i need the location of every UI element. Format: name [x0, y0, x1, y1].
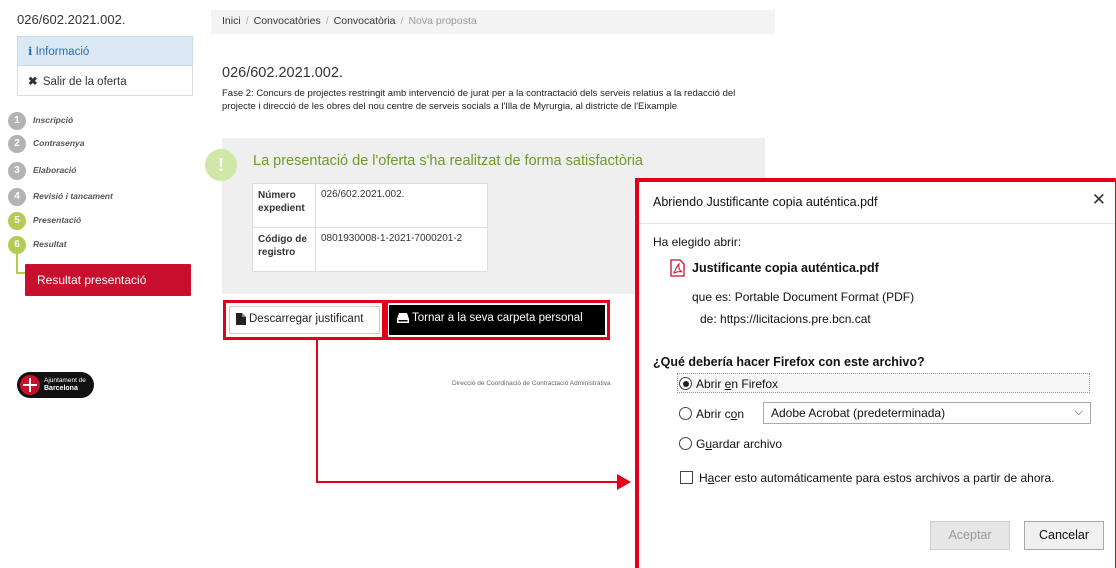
table-value: 0801930008-1-2021-7000201-2 — [315, 227, 488, 272]
file-type-label: que es: — [692, 290, 732, 304]
file-source-value: https://licitacions.pre.bcn.cat — [720, 312, 871, 326]
table-value: 026/602.2021.002. — [315, 183, 488, 228]
label-part: n Firefox — [731, 377, 779, 391]
label-part: H — [699, 471, 708, 485]
dialog-question: ¿Qué debería hacer Firefox con este arch… — [653, 355, 925, 369]
sidebar-code: 026/602.2021.002. — [17, 12, 126, 27]
step-label: Elaboració — [33, 165, 77, 175]
table-row: Código de registro 0801930008-1-2021-700… — [252, 227, 488, 272]
back-to-folder-label: Tornar a la seva carpeta personal — [412, 312, 583, 324]
result-presentacio-button[interactable]: Resultat presentació — [25, 264, 191, 296]
auto-checkbox[interactable] — [680, 471, 693, 484]
open-with-select[interactable]: Adobe Acrobat (predeterminada) ⌵ — [763, 402, 1091, 424]
close-icon: ✖ — [28, 76, 38, 88]
chevron-down-icon: ⌵ — [1074, 406, 1083, 418]
file-icon — [236, 313, 246, 325]
step-resultat: 6 Resultat — [8, 236, 178, 254]
exclamation-icon: ! — [205, 149, 237, 181]
cancel-button[interactable]: Cancelar — [1024, 521, 1104, 550]
dialog-title: Abriendo Justificante copia auténtica.pd… — [653, 195, 878, 209]
step-number: 4 — [8, 188, 26, 206]
file-type-value: Portable Document Format (PDF) — [734, 290, 915, 304]
barcelona-shield-icon — [20, 375, 40, 395]
dialog-header: Abriendo Justificante copia auténtica.pd… — [638, 180, 1116, 224]
sidebar-exit-label: Salir de la oferta — [42, 76, 127, 88]
label-part: Abrir c — [696, 407, 731, 421]
sidebar-info-label: Informació — [35, 46, 90, 58]
footer-note: Direcció de Coordinació de Contractació … — [452, 380, 611, 387]
label-part: n — [737, 407, 745, 421]
radio-open-firefox[interactable] — [679, 377, 692, 390]
step-number: 5 — [8, 212, 26, 230]
chosen-label: Ha elegido abrir: — [653, 235, 742, 249]
file-source-label: de: — [700, 312, 717, 326]
file-source-row: de: https://licitacions.pre.bcn.cat — [700, 312, 871, 326]
page-title: 026/602.2021.002. — [222, 65, 343, 81]
download-receipt-label: Descarregar justificant — [249, 313, 364, 326]
file-type-row: que es: Portable Document Format (PDF) — [692, 290, 914, 304]
logo-text: Ajuntament de Barcelona — [44, 377, 86, 393]
step-elaboracio: 3 Elaboració — [8, 162, 178, 180]
submission-table: Número expedient 026/602.2021.002. Códig… — [252, 183, 488, 272]
download-receipt-button[interactable]: Descarregar justificant — [229, 306, 380, 334]
option-open-with-label[interactable]: Abrir con — [696, 407, 744, 421]
step-revisio: 4 Revisió i tancament — [8, 188, 178, 206]
step-number: 2 — [8, 135, 26, 153]
step-label: Contrasenya — [33, 138, 85, 148]
label-part: Abrir — [696, 377, 725, 391]
option-save-file-label[interactable]: Guardar archivo — [696, 437, 782, 451]
radio-open-with[interactable] — [679, 407, 692, 420]
info-icon: i — [28, 44, 33, 58]
sidebar-exit-link[interactable]: ✖ Salir de la oferta — [17, 66, 193, 96]
logo-line1: Ajuntament de — [44, 377, 86, 384]
breadcrumb-separator: / — [245, 15, 249, 27]
radio-save-file[interactable] — [679, 437, 692, 450]
breadcrumb-current: Nova proposta — [408, 15, 477, 27]
step-number: 3 — [8, 162, 26, 180]
step-label: Presentació — [33, 215, 82, 225]
table-row: Número expedient 026/602.2021.002. — [252, 183, 488, 228]
drive-icon — [397, 312, 409, 323]
breadcrumb-convocatoria[interactable]: Convocatòria — [334, 15, 396, 27]
step-contrasenya: 2 Contrasenya — [8, 135, 178, 153]
step-label: Resultat — [33, 239, 67, 249]
step-presentacio: 5 Presentació — [8, 212, 178, 230]
breadcrumb-convocatories[interactable]: Convocatòries — [254, 15, 321, 27]
barcelona-logo: Ajuntament de Barcelona — [17, 372, 94, 398]
auto-checkbox-label[interactable]: Hacer esto automáticamente para estos ar… — [699, 471, 1055, 485]
close-icon[interactable]: ✕ — [1092, 190, 1106, 210]
breadcrumb: Inici / Convocatòries / Convocatòria / Nova pr… — [211, 10, 775, 34]
logo-line2: Barcelona — [44, 385, 78, 392]
breadcrumb-inici[interactable]: Inici — [222, 15, 241, 27]
sidebar-info-link[interactable]: i Informació — [17, 36, 193, 66]
step-label: Inscripció — [33, 115, 74, 125]
option-open-firefox-label[interactable]: Abrir en Firefox — [696, 377, 778, 391]
breadcrumb-separator: / — [325, 15, 329, 27]
step-label: Revisió i tancament — [33, 191, 113, 201]
table-key: Número expedient — [252, 183, 316, 228]
annotation-arrow — [316, 340, 318, 482]
dialog-filename: Justificante copia auténtica.pdf — [692, 261, 879, 275]
back-to-folder-button[interactable]: Tornar a la seva carpeta personal — [389, 305, 605, 335]
open-with-value: Adobe Acrobat (predeterminada) — [771, 406, 946, 420]
accept-button[interactable]: Aceptar — [930, 521, 1010, 550]
annotation-arrow — [316, 481, 619, 483]
table-key: Código de registro — [252, 227, 316, 272]
arrow-head-icon — [617, 474, 631, 490]
label-part: ardar archivo — [712, 437, 783, 451]
step-inscripcio: 1 Inscripció — [8, 112, 178, 130]
breadcrumb-separator: / — [400, 15, 404, 27]
page-description: Fase 2: Concurs de projectes restringit … — [222, 88, 736, 112]
label-part: G — [696, 437, 706, 451]
success-message: La presentació de l'oferta s'ha realitza… — [253, 153, 643, 169]
open-file-dialog: Abriendo Justificante copia auténtica.pd… — [638, 180, 1116, 563]
step-connector — [16, 249, 18, 273]
label-part: cer esto automáticamente para estos arch… — [714, 471, 1055, 485]
step-number: 1 — [8, 112, 26, 130]
pdf-icon — [670, 259, 685, 277]
